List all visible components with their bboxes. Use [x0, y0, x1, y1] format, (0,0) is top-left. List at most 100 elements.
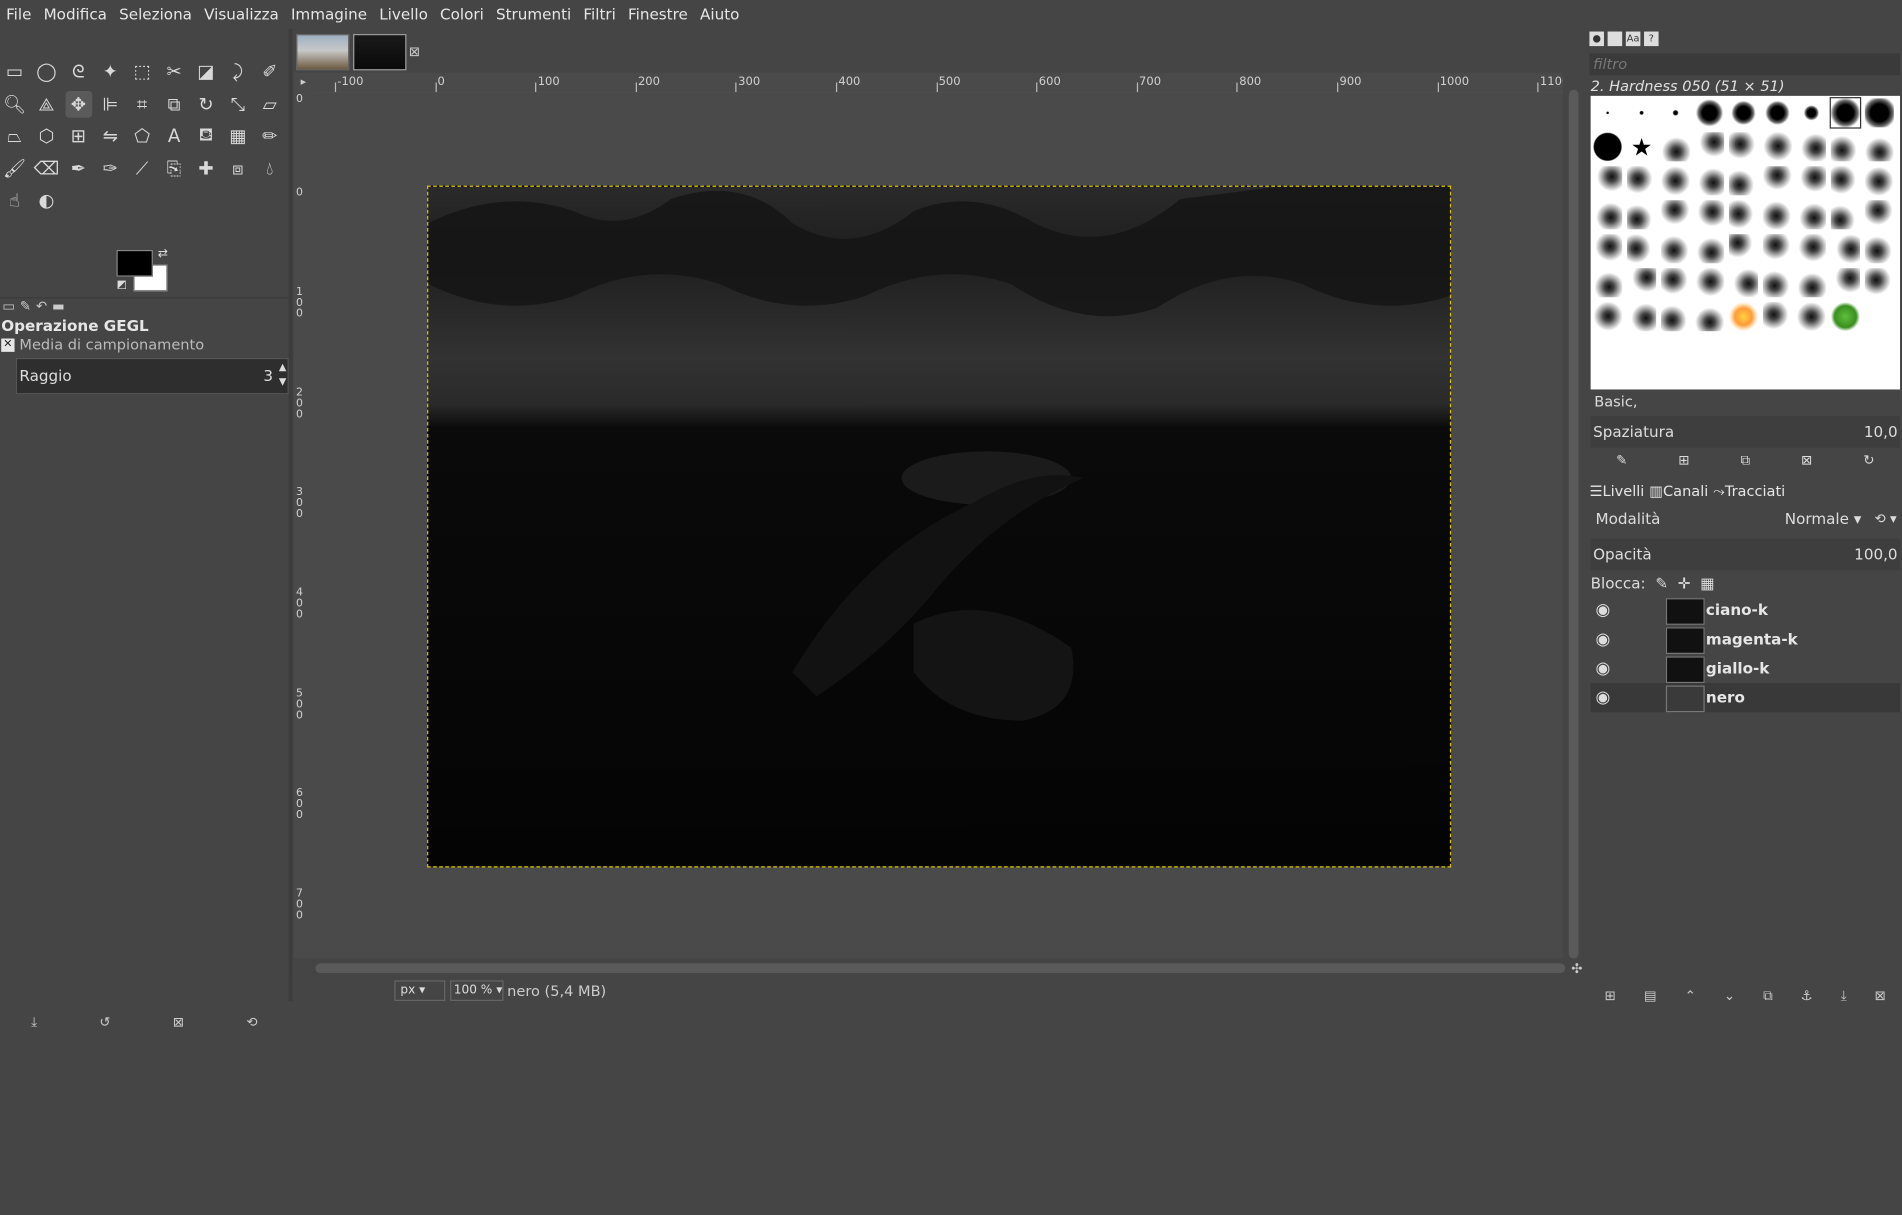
vertical-ruler[interactable]: 0 0 100 200 300 400 500 600 700: [293, 92, 315, 959]
brush-swatch[interactable]: [1627, 98, 1657, 128]
menu-livello[interactable]: Livello: [373, 0, 434, 29]
delete-layer-icon[interactable]: ⊠: [1875, 988, 1886, 1004]
brush-swatch[interactable]: [1728, 98, 1759, 128]
visibility-eye-icon[interactable]: ◉: [1595, 659, 1610, 678]
brush-swatch[interactable]: [1762, 268, 1793, 298]
lock-position-icon[interactable]: ✛: [1678, 574, 1691, 592]
bucket-fill-icon[interactable]: ⛾: [193, 123, 220, 150]
brush-swatch[interactable]: [1661, 132, 1691, 162]
brush-swatch[interactable]: [1694, 200, 1725, 230]
brush-swatch[interactable]: [1830, 302, 1860, 332]
move-icon[interactable]: ✥: [65, 90, 92, 118]
duplicate-brush-icon[interactable]: ⧉: [1741, 453, 1751, 472]
blur-icon[interactable]: 💧︎: [256, 155, 283, 182]
foreground-color-swatch[interactable]: [116, 249, 153, 277]
foreground-select-icon[interactable]: ◪: [193, 58, 220, 85]
close-operation-icon[interactable]: ✕: [1, 337, 15, 352]
menu-seleziona[interactable]: Seleziona: [113, 0, 198, 29]
brush-swatch[interactable]: [1627, 234, 1657, 264]
raggio-spinner[interactable]: Raggio 3 ▲ ▼: [15, 357, 289, 395]
image-tab-thumbnail-active[interactable]: [353, 33, 407, 71]
brush-swatch[interactable]: [1728, 302, 1759, 332]
images-tab-icon[interactable]: ▬: [52, 298, 65, 317]
brush-swatch[interactable]: [1762, 166, 1793, 196]
menu-immagine[interactable]: Immagine: [285, 0, 373, 29]
brush-swatch[interactable]: ★: [1627, 132, 1656, 161]
brush-swatch[interactable]: [1627, 302, 1657, 332]
menu-file[interactable]: File: [0, 0, 38, 29]
patterns-tab-icon[interactable]: [1607, 31, 1623, 47]
rect-select-icon[interactable]: ▭: [1, 58, 28, 85]
airbrush-icon[interactable]: ✒: [65, 155, 92, 182]
brush-swatch[interactable]: [1694, 234, 1725, 264]
free-select-icon[interactable]: ᘓ: [65, 58, 92, 85]
brush-swatch[interactable]: [1661, 200, 1691, 230]
dock-separator[interactable]: [288, 29, 293, 1001]
new-layer-icon[interactable]: ▤: [1644, 988, 1657, 1004]
horizontal-ruler[interactable]: -100 0 100 200 300 400 500 600 700 800 900 1000 1100: [313, 72, 1563, 94]
vertical-scrollbar[interactable]: [1566, 72, 1584, 965]
brush-swatch[interactable]: [1728, 132, 1759, 162]
perspective-icon[interactable]: ⏢: [1, 123, 28, 150]
clone-icon[interactable]: ⎘: [161, 155, 188, 182]
mypaint-brush-icon[interactable]: ⟋: [129, 155, 156, 182]
brush-swatch[interactable]: [1796, 132, 1827, 162]
new-brush-icon[interactable]: ⊞: [1678, 453, 1689, 472]
text-icon[interactable]: A: [161, 123, 188, 150]
brush-swatch[interactable]: [1694, 268, 1725, 298]
heal-icon[interactable]: ✚: [193, 155, 220, 182]
brush-swatch[interactable]: [1728, 234, 1759, 264]
scissors-icon[interactable]: ✂: [161, 58, 188, 85]
vertical-scroll-thumb[interactable]: [1568, 89, 1579, 959]
lock-pixels-icon[interactable]: ✎: [1655, 574, 1668, 592]
horizontal-scrollbar[interactable]: [313, 960, 1568, 976]
menu-aiuto[interactable]: Aiuto: [694, 0, 746, 29]
horizontal-scroll-thumb[interactable]: [315, 963, 1566, 974]
lock-alpha-icon[interactable]: ▦: [1700, 574, 1714, 592]
rotate-icon[interactable]: ↻: [193, 90, 220, 117]
smudge-icon[interactable]: ☝: [1, 187, 28, 214]
layer-row[interactable]: ◉ magenta-k: [1591, 625, 1900, 654]
menu-strumenti[interactable]: Strumenti: [490, 0, 577, 29]
tool-options-tab-icon[interactable]: ▭: [2, 298, 15, 317]
duplicate-layer-icon[interactable]: ⧉: [1763, 988, 1773, 1004]
brush-filter-input[interactable]: filtro: [1589, 53, 1901, 76]
brush-swatch[interactable]: [1593, 166, 1623, 196]
flip-icon[interactable]: ⇋: [97, 123, 124, 150]
gradient-icon[interactable]: ▦: [225, 123, 252, 150]
restore-options-icon[interactable]: ↺: [99, 1014, 110, 1030]
ellipse-select-icon[interactable]: ◯: [33, 58, 60, 85]
menu-colori[interactable]: Colori: [434, 0, 490, 29]
canvas-area[interactable]: [313, 92, 1563, 959]
brush-swatch[interactable]: [1864, 132, 1894, 162]
layer-name[interactable]: giallo-k: [1706, 659, 1769, 677]
crop-icon[interactable]: ⌗: [129, 90, 156, 117]
brush-swatch[interactable]: [1830, 234, 1860, 264]
brush-grid[interactable]: ★: [1590, 95, 1901, 402]
brush-swatch[interactable]: [1830, 132, 1860, 162]
brush-swatch[interactable]: [1593, 234, 1623, 264]
unified-transform-icon[interactable]: ⧉: [161, 90, 188, 117]
mode-select[interactable]: Normale ▾: [1785, 505, 1862, 534]
tab-livelli[interactable]: ☰Livelli: [1589, 480, 1644, 502]
lower-layer-icon[interactable]: ⌄: [1724, 988, 1735, 1004]
visibility-eye-icon[interactable]: ◉: [1595, 630, 1610, 649]
brush-swatch[interactable]: [1728, 200, 1759, 230]
raggio-value[interactable]: 3: [263, 366, 273, 384]
fuzzy-select-icon[interactable]: ✦: [97, 58, 124, 85]
cage-icon[interactable]: ⬠: [129, 123, 156, 150]
delete-options-icon[interactable]: ⊠: [173, 1014, 184, 1030]
tab-tracciati[interactable]: ⤳Tracciati: [1713, 480, 1785, 502]
raise-layer-icon[interactable]: ⌃: [1685, 988, 1696, 1004]
brush-swatch[interactable]: [1593, 98, 1623, 128]
brush-preset-select[interactable]: Basic,: [1589, 389, 1901, 414]
brush-swatch[interactable]: [1762, 234, 1793, 264]
measure-icon[interactable]: ⟁: [33, 90, 60, 117]
delete-brush-icon[interactable]: ⊠: [1801, 453, 1812, 472]
brush-swatch[interactable]: [1728, 166, 1759, 196]
ink-icon[interactable]: ✑: [97, 155, 124, 182]
handle-transform-icon[interactable]: ⊞: [65, 123, 92, 150]
reset-colors-icon[interactable]: ◩: [116, 279, 126, 291]
align-icon[interactable]: ⊫: [97, 90, 124, 117]
brush-swatch[interactable]: [1762, 302, 1793, 332]
